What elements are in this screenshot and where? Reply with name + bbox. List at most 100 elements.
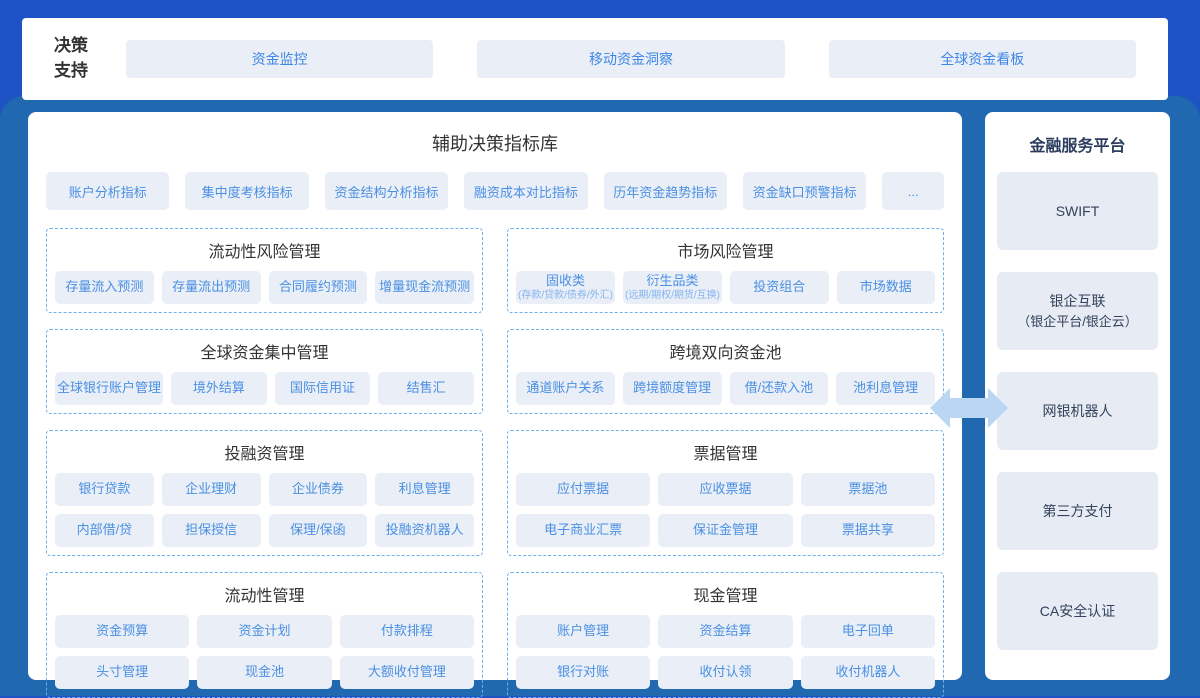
module-chip[interactable]: 担保授信 [162,514,261,547]
chip-label: 固收类 [546,273,585,289]
module-chip[interactable]: 资金计划 [197,615,331,648]
chip-label: 资金预算 [96,623,148,639]
module-chip[interactable]: 固收类 (存款/贷款/债券/外汇) [516,271,615,304]
service-sublabel: （银企平台/银企云） [1017,312,1138,332]
section-title: 流动性风险管理 [55,238,474,262]
service-label: 第三方支付 [1043,500,1113,522]
section-chips: 通道账户关系 跨境额度管理 借/还款入池 [516,372,935,405]
decision-support-buttons: 资金监控 移动资金洞察 全球资金看板 [126,40,1136,78]
section-title: 投融资管理 [55,440,474,464]
module-chip[interactable]: 投融资机器人 [375,514,474,547]
service-item[interactable]: SWIFT [997,172,1158,250]
module-sections: 流动性风险管理 存量流入预测 存量流出预测 [46,228,944,698]
module-chip[interactable]: 增量现金流预测 [375,271,474,304]
module-chip[interactable]: 收付认领 [658,656,792,689]
section-title: 市场风险管理 [516,238,935,262]
chip-label: 现金池 [245,664,284,680]
chip-label: 存量流出预测 [172,279,250,295]
module-chip[interactable]: 资金结算 [658,615,792,648]
chip-label: 国际信用证 [290,380,355,396]
module-chip[interactable]: 内部借/贷 [55,514,154,547]
module-chip[interactable]: 全球银行账户管理 [55,372,163,405]
indicator-library-panel: 辅助决策指标库 账户分析指标 集中度考核指标 资金结构分析指标 融资成本对比指标… [28,112,962,680]
chip-label: 池利息管理 [853,380,918,396]
module-chip[interactable]: 存量流出预测 [162,271,261,304]
chip-label: 付款排程 [381,623,433,639]
section-chips: 银行贷款 企业理财 企业债券 [55,473,474,547]
chip-label: 资金计划 [238,623,290,639]
module-chip[interactable]: 现金池 [197,656,331,689]
indicator-chip[interactable]: 资金结构分析指标 [325,172,448,210]
section-chips: 账户管理 资金结算 电子回单 [516,615,935,689]
indicator-chip[interactable]: 账户分析指标 [46,172,169,210]
module-chip[interactable]: 保理/保函 [269,514,368,547]
chip-label: 企业理财 [185,481,237,497]
module-section: 流动性管理 资金预算 资金计划 [46,572,483,698]
chip-label: 跨境额度管理 [633,380,711,396]
indicator-chip[interactable]: 集中度考核指标 [185,172,308,210]
service-item[interactable]: 银企互联 （银企平台/银企云） [997,272,1158,350]
module-chip[interactable]: 通道账户关系 [516,372,615,405]
module-chip[interactable]: 利息管理 [375,473,474,506]
module-chip[interactable]: 结售汇 [378,372,474,405]
module-chip[interactable]: 电子商业汇票 [516,514,650,547]
module-chip[interactable]: 银行贷款 [55,473,154,506]
chip-label: 通道账户关系 [526,380,604,396]
chip-label: 银行贷款 [78,481,130,497]
module-chip[interactable]: 资金预算 [55,615,189,648]
module-chip[interactable]: 国际信用证 [275,372,371,405]
module-chip[interactable]: 收付机器人 [801,656,935,689]
chip-sublabel: (存款/贷款/债券/外汇) [518,290,613,302]
section-chips: 资金预算 资金计划 付款排程 [55,615,474,689]
module-chip[interactable]: 借/还款入池 [730,372,829,405]
module-chip[interactable]: 存量流入预测 [55,271,154,304]
module-chip[interactable]: 市场数据 [837,271,936,304]
chip-label: 借/还款入池 [745,380,814,396]
topbar-button[interactable]: 资金监控 [126,40,433,78]
module-chip[interactable]: 票据共享 [801,514,935,547]
module-chip[interactable]: 头寸管理 [55,656,189,689]
module-chip[interactable]: 衍生品类 (远期/期权/期货/互换) [623,271,722,304]
indicator-chip[interactable]: 历年资金趋势指标 [604,172,727,210]
module-chip[interactable]: 票据池 [801,473,935,506]
module-chip[interactable]: 企业债券 [269,473,368,506]
chip-label: 大额收付管理 [368,664,446,680]
module-chip[interactable]: 境外结算 [171,372,267,405]
indicator-chip[interactable]: 融资成本对比指标 [464,172,587,210]
service-item[interactable]: 第三方支付 [997,472,1158,550]
module-chip[interactable]: 大额收付管理 [340,656,474,689]
service-label: 网银机器人 [1043,400,1113,422]
module-chip[interactable]: 合同履约预测 [269,271,368,304]
chip-label: 投融资机器人 [386,522,464,538]
topbar-button[interactable]: 全球资金看板 [829,40,1136,78]
chip-label: 境外结算 [193,380,245,396]
service-label: SWIFT [1056,200,1100,222]
chip-label: 票据共享 [842,522,894,538]
module-chip[interactable]: 投资组合 [730,271,829,304]
indicator-row: 账户分析指标 集中度考核指标 资金结构分析指标 融资成本对比指标 历年资金趋势指… [46,172,944,210]
section-chips: 应付票据 应收票据 票据池 [516,473,935,547]
module-chip[interactable]: 应付票据 [516,473,650,506]
chip-label: 结售汇 [407,380,446,396]
module-chip[interactable]: 账户管理 [516,615,650,648]
service-item[interactable]: 网银机器人 [997,372,1158,450]
module-chip[interactable]: 付款排程 [340,615,474,648]
chip-label: 保理/保函 [290,522,346,538]
topbar-button[interactable]: 移动资金洞察 [477,40,784,78]
module-chip[interactable]: 电子回单 [801,615,935,648]
module-chip[interactable]: 池利息管理 [836,372,935,405]
services-title: 金融服务平台 [997,132,1158,156]
module-chip[interactable]: 企业理财 [162,473,261,506]
decision-support-label: 决策支持 [54,34,98,83]
module-chip[interactable]: 保证金管理 [658,514,792,547]
module-chip[interactable]: 跨境额度管理 [623,372,722,405]
chip-label: 账户管理 [557,623,609,639]
module-section: 流动性风险管理 存量流入预测 存量流出预测 [46,228,483,313]
chip-label: 投资组合 [753,279,805,295]
module-chip[interactable]: 应收票据 [658,473,792,506]
module-chip[interactable]: 银行对账 [516,656,650,689]
indicator-chip[interactable]: ... [882,172,944,210]
service-item[interactable]: CA安全认证 [997,572,1158,650]
chip-label: 应付票据 [557,481,609,497]
indicator-chip[interactable]: 资金缺口预警指标 [743,172,866,210]
